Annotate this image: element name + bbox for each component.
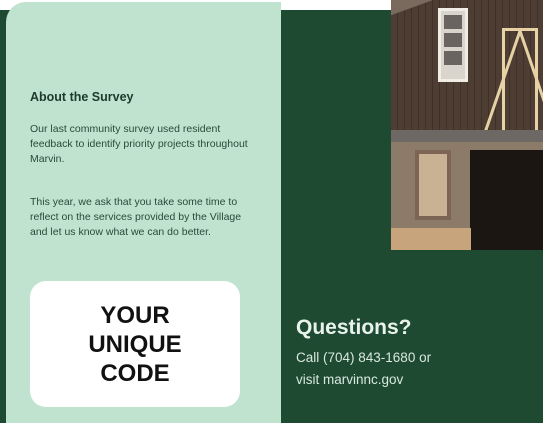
survey-paragraph-1: Our last community survey used resident … <box>30 123 248 165</box>
unique-code-text: YOUR UNIQUE CODE <box>88 301 182 387</box>
contact-phone: Call (704) 843-1680 or <box>296 350 432 365</box>
survey-paragraph-2: This year, we ask that you take some tim… <box>30 196 242 238</box>
barn-lower-window <box>415 150 451 220</box>
contact-website: visit marvinnc.gov <box>296 372 404 387</box>
flyer: About the Survey Our last community surv… <box>0 0 543 423</box>
barn-eave <box>391 130 543 142</box>
unique-code-box: YOUR UNIQUE CODE <box>30 281 240 407</box>
barn-loft-door <box>480 28 543 144</box>
questions-heading: Questions? <box>296 316 412 339</box>
survey-heading: About the Survey <box>30 90 134 104</box>
barn-door-opening <box>470 150 543 250</box>
barn-upper-window <box>438 8 468 82</box>
barn-lower-trim <box>391 228 471 250</box>
